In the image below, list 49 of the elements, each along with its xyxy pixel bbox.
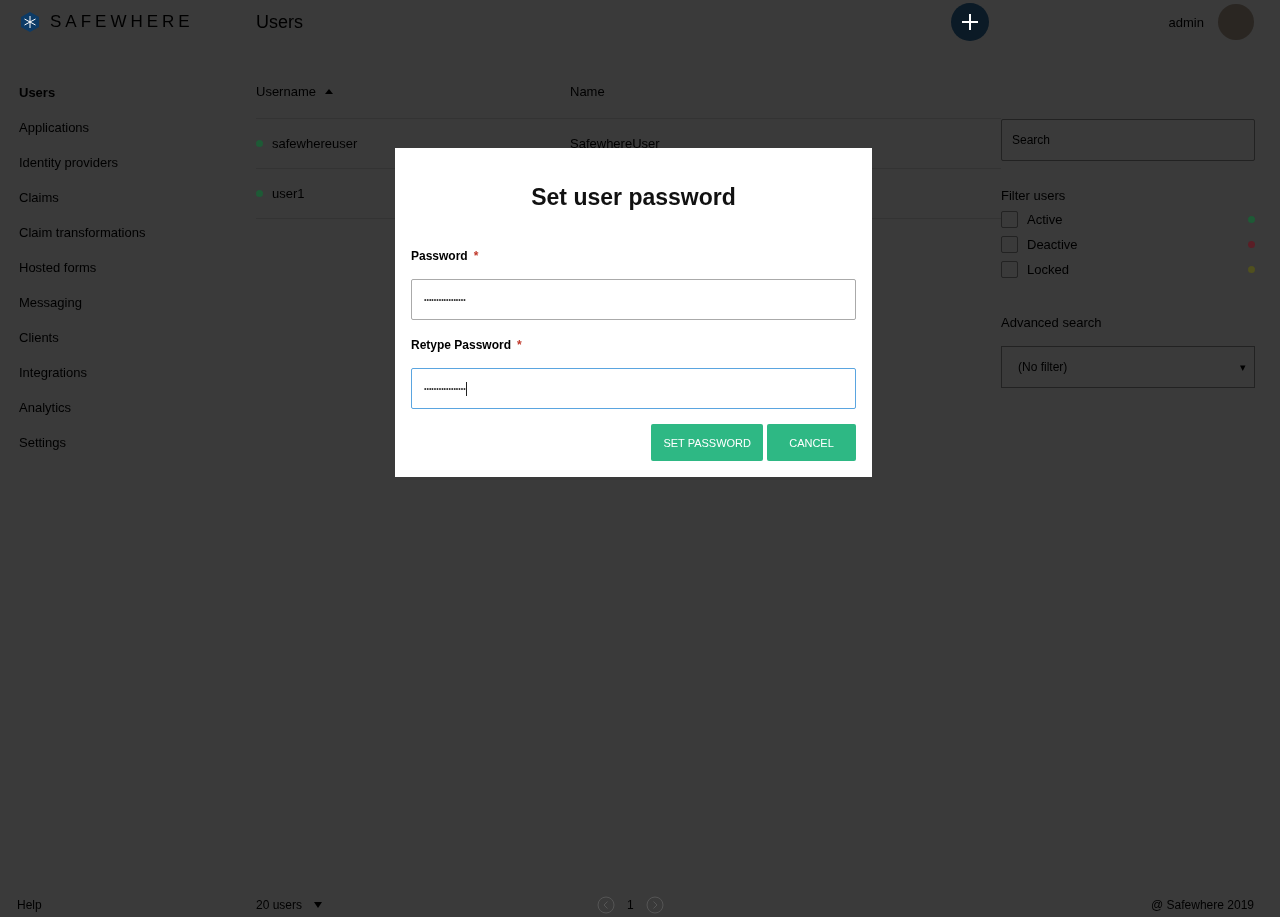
column-header[interactable]: Username <box>256 84 316 99</box>
username-cell[interactable]: user1 <box>272 186 305 201</box>
add-button[interactable] <box>950 3 989 41</box>
sidebar-item[interactable]: Claim transformations <box>19 222 256 257</box>
sidebar-item[interactable]: Messaging <box>19 292 256 327</box>
sidebar-item[interactable]: Analytics <box>19 397 256 432</box>
search-field[interactable]: Search <box>1001 119 1255 161</box>
caret-icon[interactable]: ▾ <box>1240 360 1246 374</box>
checkbox[interactable] <box>1001 211 1018 228</box>
caret-icon[interactable] <box>314 902 323 908</box>
checkbox[interactable] <box>1001 261 1018 278</box>
username-cell[interactable]: safewhereuser <box>272 136 358 151</box>
name-cell: SafewhereUser <box>570 136 660 151</box>
sidebar-item[interactable]: Users <box>19 82 256 117</box>
advanced-search-title: Advanced search <box>1001 315 1103 330</box>
required-asterisk: * <box>517 338 522 352</box>
filter-title: Filter users <box>1001 188 1067 203</box>
filter-dropdown[interactable]: (No filter) ▾ <box>1001 346 1255 388</box>
logo-icon <box>19 11 41 33</box>
sidebar-item[interactable]: Clients <box>19 327 256 362</box>
dialog-title: Set user password <box>530 184 737 211</box>
page-number[interactable]: 1 <box>627 898 634 912</box>
dialog-button[interactable]: CANCEL <box>767 424 856 461</box>
page-size-dropdown[interactable]: 20 users <box>256 898 597 912</box>
checkbox[interactable] <box>1001 236 1018 253</box>
filter-label[interactable]: Active <box>1027 212 1239 227</box>
filter-label[interactable]: Locked <box>1027 262 1239 277</box>
page-title: Users <box>256 11 304 33</box>
plus-icon <box>960 13 979 31</box>
filter-label[interactable]: Deactive <box>1027 237 1239 252</box>
sidebar-item[interactable]: Applications <box>19 117 256 152</box>
column-header[interactable]: Name <box>570 84 605 99</box>
sidebar-item[interactable]: Identity providers <box>19 152 256 187</box>
field-label: Retype Password <box>411 338 512 352</box>
sort-ascending-icon[interactable] <box>324 89 333 94</box>
sidebar-item[interactable]: Settings <box>19 432 256 467</box>
previous-page-icon[interactable] <box>597 896 615 914</box>
sidebar-item[interactable]: Integrations <box>19 362 256 397</box>
username-text[interactable]: admin <box>1168 14 1204 30</box>
logo-text: SAFEWHERE <box>50 12 194 32</box>
dialog-button[interactable]: SET PASSWORD <box>651 424 763 461</box>
required-asterisk: * <box>473 249 479 263</box>
sidebar-item[interactable]: Hosted forms <box>19 257 256 292</box>
copyright-text: @ Safewhere 2019 <box>1151 898 1254 912</box>
help-link[interactable]: Help <box>17 898 256 912</box>
field-label: Password <box>411 249 468 263</box>
avatar-placeholder[interactable] <box>1218 4 1254 40</box>
sidebar-item[interactable]: Claims <box>19 187 256 222</box>
next-page-icon[interactable] <box>645 896 664 914</box>
